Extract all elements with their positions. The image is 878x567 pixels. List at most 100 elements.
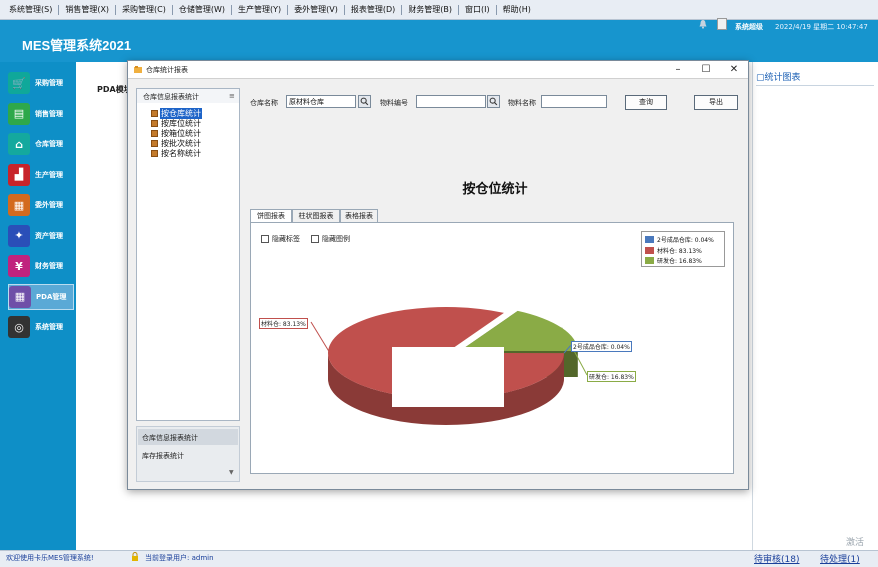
menu-item[interactable]: 窗口(I) — [460, 4, 495, 15]
pie-data-label: 材料仓: 83.13% — [259, 318, 308, 329]
menu-bar: 系统管理(S) 销售管理(X) 采购管理(C) 仓储管理(W) 生产管理(Y) 委外管理(… — [0, 0, 878, 20]
sidebar-item[interactable]: ⌂ 仓库管理 — [8, 131, 74, 157]
legend-swatch — [645, 246, 654, 254]
tab-table-report[interactable]: 表格报表 — [340, 209, 378, 222]
report-nav-panel: 仓库信息报表统计 库存报表统计 ▼ — [136, 426, 240, 482]
tree-header-label: 仓库信息报表统计 — [143, 93, 199, 101]
tree-node[interactable]: 按名称统计 — [151, 148, 202, 158]
tree-node[interactable]: 按批次统计 — [151, 138, 202, 148]
warehouse-label: 仓库名称 — [250, 99, 278, 107]
menu-separator — [458, 4, 460, 15]
collapse-icon[interactable]: ≡ — [229, 92, 235, 100]
nav-item-warehouse-report[interactable]: 仓库信息报表统计 — [138, 429, 238, 445]
menu-separator — [58, 4, 60, 15]
sidebar-item-label: 生产管理 — [35, 170, 63, 179]
menu-separator — [231, 4, 233, 15]
tree-node-label: 按名称统计 — [161, 148, 201, 158]
system-gear-icon: ◎ — [8, 316, 30, 338]
bell-icon[interactable] — [698, 19, 708, 29]
stats-chart-header[interactable]: ▢统计图表 — [756, 70, 801, 83]
current-user-label: 系统超级 — [735, 23, 763, 31]
pie-data-label: 研发仓: 16.83% — [587, 371, 636, 382]
pending-handle-link[interactable]: 待处理(1) — [820, 552, 860, 565]
report-node-icon — [151, 139, 158, 147]
menu-item[interactable]: 帮助(H) — [498, 4, 536, 15]
menu-separator — [401, 4, 403, 15]
legend-entry: 研发仓: 16.83% — [645, 256, 702, 265]
pending-review-link[interactable]: 待审核(18) — [754, 552, 799, 565]
sidebar-item-label: 仓库管理 — [35, 140, 63, 148]
pie-data-label: 2号成品仓库: 0.04% — [571, 341, 632, 352]
material-code-search-icon[interactable] — [487, 95, 500, 108]
chart-legend: 2号成品仓库: 0.04% 材料仓: 83.13% 研发仓: 16.83% — [641, 231, 725, 267]
finance-icon: ¥ — [8, 255, 30, 277]
menu-item[interactable]: 委外管理(V) — [289, 4, 343, 15]
chevron-down-icon[interactable]: ▼ — [229, 469, 234, 476]
nav-item-stock-report[interactable]: 库存报表统计 — [138, 447, 238, 463]
calculator-icon: ▦ — [9, 285, 31, 308]
report-node-icon — [151, 149, 158, 157]
outsource-icon: ▦ — [8, 194, 30, 216]
menu-item[interactable]: 生产管理(Y) — [233, 4, 286, 15]
export-button[interactable]: 导出 — [694, 95, 738, 110]
sales-doc-icon: ▤ — [8, 102, 30, 125]
sidebar-item[interactable]: ▤ 销售管理 — [8, 101, 74, 127]
report-node-icon — [151, 109, 158, 117]
menu-separator — [343, 4, 345, 15]
sidebar-item[interactable]: ▦ PDA管理 — [8, 283, 74, 310]
legend-entry: 材料仓: 83.13% — [645, 246, 702, 255]
tree-node[interactable]: 按箱位统计 — [151, 128, 202, 138]
menu-item[interactable]: 财务管理(B) — [403, 4, 457, 15]
sidebar: 🛒 采购管理 ▤ 销售管理 ⌂ 仓库管理 ▟ 生产管理 ▦ 委外管理 ✦ 资产管理 ¥ 财务管理 ▦ PDA管… — [0, 62, 76, 550]
tab-bar-report[interactable]: 柱状图报表 — [292, 209, 340, 222]
legend-label: 研发仓: 16.83% — [657, 258, 702, 265]
app-title: MES管理系统2021 — [22, 38, 132, 53]
tree-node[interactable]: 按仓库统计 — [151, 107, 202, 119]
query-button[interactable]: 查询 — [625, 95, 667, 110]
sidebar-item-label: 销售管理 — [35, 109, 63, 118]
sidebar-item[interactable]: ▦ 委外管理 — [8, 192, 74, 218]
material-name-input[interactable] — [541, 95, 607, 108]
material-name-label: 物料名称 — [508, 99, 536, 107]
cart-icon: 🛒 — [8, 72, 30, 94]
menu-item[interactable]: 报表管理(D) — [346, 4, 400, 15]
sidebar-item[interactable]: ◎ 系统管理 — [8, 314, 74, 340]
menu-item[interactable]: 仓储管理(W) — [174, 4, 230, 15]
report-node-icon — [151, 119, 158, 127]
menu-separator — [287, 4, 289, 15]
notepad-icon[interactable] — [717, 18, 727, 30]
legend-label: 材料仓: 83.13% — [657, 247, 702, 255]
warehouse-input[interactable]: 原材料仓库 — [286, 95, 356, 108]
right-panel — [752, 62, 878, 550]
close-button[interactable]: ✕ — [721, 62, 747, 78]
dialog-title: 仓库统计报表 — [146, 66, 188, 74]
datetime-display: 2022/4/19 星期二 10:47:47 — [775, 23, 868, 31]
sidebar-item[interactable]: ✦ 资产管理 — [8, 223, 74, 249]
material-code-input[interactable] — [416, 95, 486, 108]
menu-separator — [171, 4, 173, 15]
sidebar-item[interactable]: ▟ 生产管理 — [8, 162, 74, 188]
tab-pie-report[interactable]: 饼图报表 — [250, 209, 292, 223]
legend-swatch — [645, 236, 654, 243]
dialog-titlebar[interactable]: 仓库统计报表 – ☐ ✕ — [128, 61, 748, 79]
sidebar-item-label: 资产管理 — [35, 231, 63, 240]
divider — [756, 85, 874, 86]
tree-header: 仓库信息报表统计 — [137, 89, 239, 103]
menu-item[interactable]: 销售管理(X) — [60, 4, 114, 15]
sidebar-item[interactable]: ¥ 财务管理 — [8, 253, 74, 279]
menu-item[interactable]: 系统管理(S) — [4, 4, 57, 15]
asset-icon: ✦ — [8, 224, 30, 247]
report-tree-panel: 仓库信息报表统计 ≡ 按仓库统计 按库位统计 按箱位统计 按批次统计 按名称统计 — [136, 88, 240, 421]
stats-chart-title: 统计图表 — [764, 73, 801, 83]
menu-item[interactable]: 采购管理(C) — [117, 4, 171, 15]
blank-area — [392, 347, 504, 407]
sidebar-item[interactable]: 🛒 采购管理 — [8, 70, 74, 96]
chart-icon: ▢ — [756, 73, 765, 83]
warehouse-search-icon[interactable] — [358, 95, 371, 108]
legend-entry: 2号成品仓库: 0.04% — [645, 235, 714, 244]
maximize-button[interactable]: ☐ — [693, 62, 719, 78]
sidebar-item-label: 财务管理 — [35, 262, 63, 270]
minimize-button[interactable]: – — [665, 62, 691, 78]
report-content: 仓库名称 原材料仓库 物料编号 物料名称 查询 导出 按仓位统计 饼图报表 柱状… — [246, 88, 744, 484]
tree-node[interactable]: 按库位统计 — [151, 118, 202, 128]
